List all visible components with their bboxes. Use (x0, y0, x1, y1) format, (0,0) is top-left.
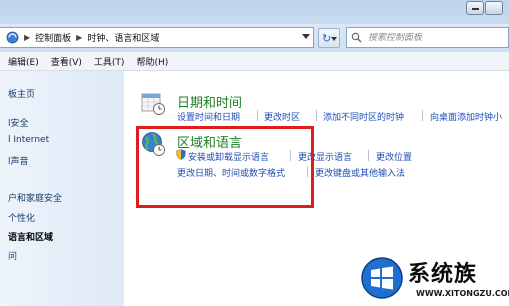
link-change-location[interactable]: 更改位置 (376, 150, 412, 163)
windows-logo-icon (361, 257, 403, 299)
menu-edit[interactable]: 编辑(E) (8, 55, 39, 68)
chevron-down-icon (331, 37, 337, 41)
nav-control-panel-home[interactable]: 板主页 (8, 87, 35, 100)
nav-personalization[interactable]: 个性化 (8, 211, 35, 224)
link-change-keyboards-input-methods[interactable]: 更改键盘或其他输入法 (315, 166, 405, 179)
control-panel-icon (6, 31, 19, 44)
breadcrumb-arrow-icon: ▶ (76, 33, 83, 42)
link-change-time-zone[interactable]: 更改时区 (264, 110, 300, 123)
link-separator (257, 110, 258, 121)
maximize-button[interactable] (485, 1, 503, 15)
nav-user-accounts[interactable]: 户和家庭安全 (8, 191, 62, 204)
breadcrumb-arrow-icon: ▶ (24, 33, 31, 42)
watermark-url: WWW.XITONGZU.COM (416, 289, 509, 298)
nav-network-internet[interactable]: l Internet (8, 135, 49, 145)
link-set-time-date[interactable]: 设置时间和日期 (177, 110, 240, 123)
search-input[interactable] (368, 32, 488, 43)
menu-tools[interactable]: 工具(T) (94, 55, 125, 68)
window-controls (465, 1, 503, 15)
left-nav-pane: 板主页 l安全 l Internet l声音 户和家庭安全 个性化 语言和区域 … (0, 71, 124, 306)
address-bar[interactable]: ▶ 控制面板 ▶ 时钟、语言和区域 (0, 27, 314, 48)
link-separator (368, 150, 369, 161)
window-titlebar (0, 0, 509, 24)
link-add-clocks[interactable]: 添加不同时区的时钟 (323, 110, 404, 123)
nav-hardware-sound[interactable]: l声音 (8, 154, 29, 167)
category-date-time-title[interactable]: 日期和时间 (177, 92, 242, 111)
search-box[interactable] (346, 27, 509, 48)
minimize-button[interactable] (466, 1, 484, 15)
address-dropdown-icon[interactable] (302, 34, 310, 39)
nav-ease-of-access[interactable]: 问 (8, 249, 17, 262)
menu-help[interactable]: 帮助(H) (136, 55, 168, 68)
nav-system-security[interactable]: l安全 (8, 116, 29, 129)
watermark: 系统族 WWW.XITONGZU.COM (356, 248, 509, 306)
refresh-icon: ↻ (322, 32, 332, 45)
highlight-annotation-box (136, 126, 314, 208)
link-separator (422, 110, 423, 121)
breadcrumb-clock-language-region[interactable]: 时钟、语言和区域 (87, 31, 159, 44)
menu-bar: 编辑(E) 查看(V) 工具(T) 帮助(H) (0, 52, 509, 71)
watermark-title: 系统族 (408, 262, 478, 287)
search-icon (351, 32, 362, 43)
refresh-button[interactable]: ↻ (318, 28, 340, 48)
calendar-clock-icon (141, 93, 165, 115)
breadcrumb-control-panel[interactable]: 控制面板 (35, 31, 71, 44)
link-separator (316, 110, 317, 121)
address-toolbar: ▶ 控制面板 ▶ 时钟、语言和区域 ↻ (0, 24, 509, 52)
menu-view[interactable]: 查看(V) (51, 55, 82, 68)
minimize-icon (472, 8, 479, 10)
link-add-desktop-clock-gadget[interactable]: 向桌面添加时钟小 (430, 110, 502, 123)
nav-clock-language-region[interactable]: 语言和区域 (8, 230, 53, 243)
